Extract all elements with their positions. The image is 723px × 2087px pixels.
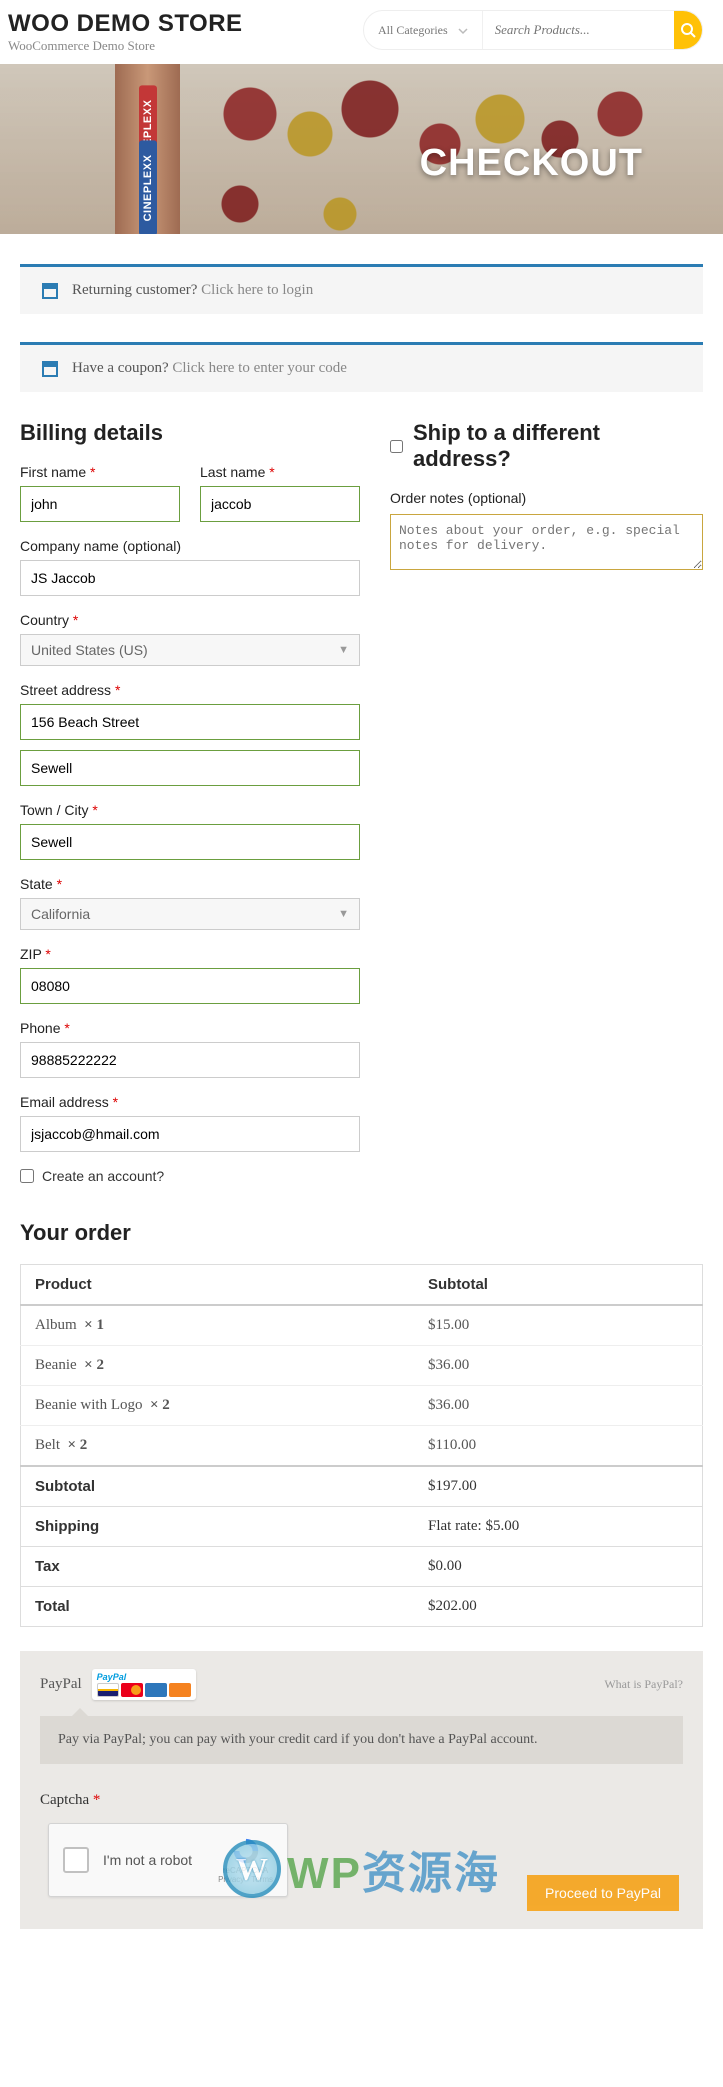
state-field: State * California ▼ [20,876,360,930]
shipping-column: Ship to a different address? Order notes… [390,420,703,1184]
create-account-row: Create an account? [20,1168,360,1184]
hero-pillar: CINEPLEXX CINEPLEXX [115,64,180,234]
category-label: All Categories [378,23,448,38]
zip-field: ZIP * [20,946,360,1004]
street-2-input[interactable] [20,750,360,786]
chevron-down-icon: ▼ [338,644,349,656]
table-row: Beanie with Logo × 2$36.00 [21,1386,703,1426]
country-field: Country * United States (US) ▼ [20,612,360,666]
info-icon [42,283,58,299]
category-select[interactable]: All Categories [364,11,483,49]
coupon-link[interactable]: Click here to enter your code [172,360,347,376]
country-select[interactable]: United States (US) ▼ [20,634,360,666]
proceed-to-paypal-button[interactable]: Proceed to PayPal [527,1875,679,1911]
billing-heading: Billing details [20,420,360,446]
search-icon [680,22,696,38]
search-button[interactable] [674,11,702,49]
table-row: Album × 1$15.00 [21,1305,703,1346]
visa-icon [97,1683,119,1697]
email-field: Email address * [20,1094,360,1152]
mastercard-icon [121,1683,143,1697]
recaptcha-checkbox[interactable] [63,1847,89,1873]
site-header: WOO DEMO STORE WooCommerce Demo Store Al… [0,0,723,64]
col-product: Product [21,1265,414,1306]
info-icon [42,361,58,377]
ship-different-checkbox[interactable] [390,440,403,453]
captcha-label: Captcha * [40,1792,683,1809]
search-bar: All Categories [363,10,703,50]
chevron-down-icon: ▼ [338,908,349,920]
phone-field: Phone * [20,1020,360,1078]
billing-column: Billing details First name * Last name *… [20,420,360,1184]
street-1-input[interactable] [20,704,360,740]
paypal-description: Pay via PayPal; you can pay with your cr… [40,1716,683,1764]
search-input[interactable] [483,22,674,38]
ship-different-heading: Ship to a different address? [413,420,703,472]
city-input[interactable] [20,824,360,860]
brand-block: WOO DEMO STORE WooCommerce Demo Store [8,10,243,54]
discover-icon [169,1683,191,1697]
col-subtotal: Subtotal [414,1265,703,1306]
email-input[interactable] [20,1116,360,1152]
notice-text: Have a coupon? Click here to enter your … [72,360,347,377]
city-field: Town / City * [20,802,360,860]
last-name-field: Last name * [200,464,360,522]
order-notes-label: Order notes (optional) [390,490,703,506]
amex-icon [145,1683,167,1697]
hero-banner: CINEPLEXX CINEPLEXX CHECKOUT [0,64,723,234]
hero-sign-blue: CINEPLEXX [139,141,157,234]
site-tagline: WooCommerce Demo Store [8,38,243,54]
street-address-field: Street address * [20,682,360,740]
chevron-down-icon [458,25,468,35]
what-is-paypal-link[interactable]: What is PayPal? [604,1677,683,1692]
order-table: Product Subtotal Album × 1$15.00Beanie ×… [20,1264,703,1627]
table-row: Belt × 2$110.00 [21,1426,703,1467]
zip-input[interactable] [20,968,360,1004]
create-account-checkbox[interactable] [20,1169,34,1183]
paypal-cards-icon: PayPal [92,1669,196,1700]
notice-text: Returning customer? Click here to login [72,282,313,299]
first-name-field: First name * [20,464,180,522]
returning-customer-notice: Returning customer? Click here to login [20,264,703,314]
login-link[interactable]: Click here to login [201,282,313,298]
payment-box: PayPal PayPal What is PayPal? Pay via Pa… [20,1651,703,1929]
coupon-notice: Have a coupon? Click here to enter your … [20,342,703,392]
phone-input[interactable] [20,1042,360,1078]
recaptcha-icon [231,1836,261,1866]
order-heading: Your order [20,1220,703,1246]
site-title[interactable]: WOO DEMO STORE [8,10,243,38]
state-select[interactable]: California ▼ [20,898,360,930]
first-name-input[interactable] [20,486,180,522]
table-row: Beanie × 2$36.00 [21,1346,703,1386]
order-notes-input[interactable] [390,514,703,570]
page-title: CHECKOUT [420,142,643,185]
company-input[interactable] [20,560,360,596]
paypal-label[interactable]: PayPal [40,1676,82,1693]
last-name-input[interactable] [200,486,360,522]
order-section: Your order Product Subtotal Album × 1$15… [20,1220,703,1929]
company-field: Company name (optional) [20,538,360,596]
